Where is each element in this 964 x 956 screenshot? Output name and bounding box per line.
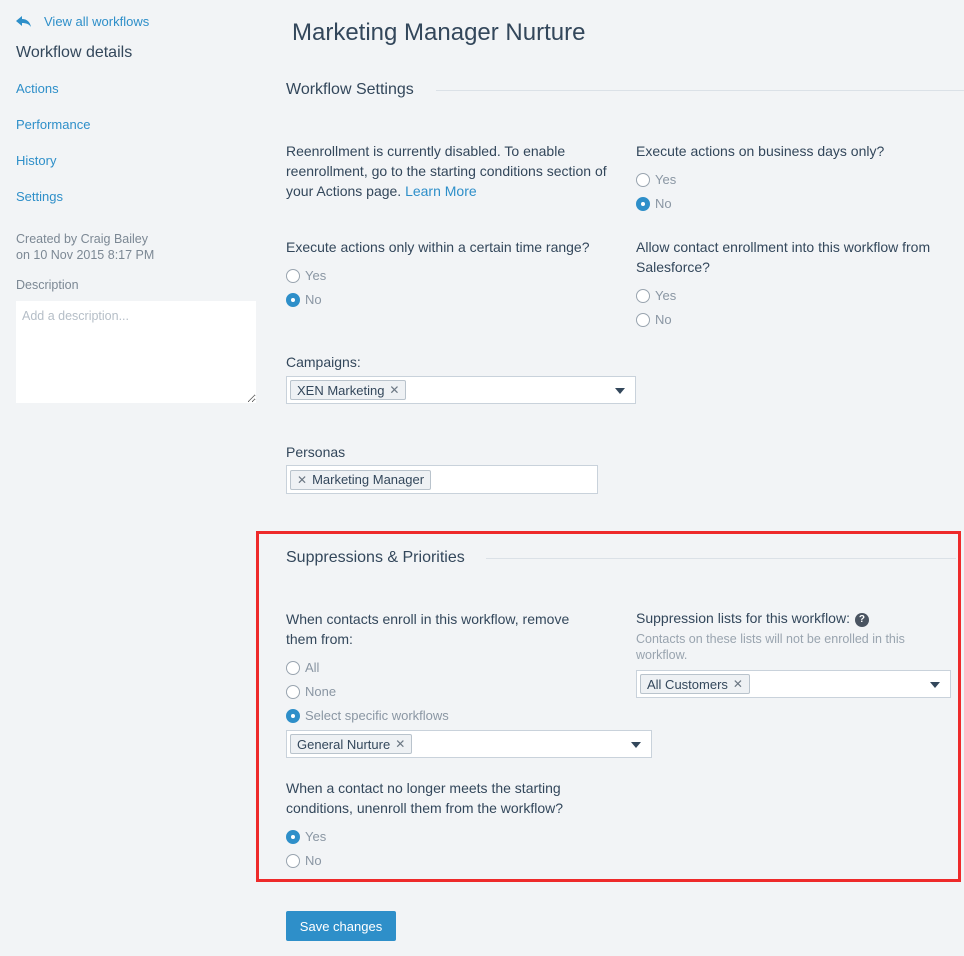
tag-label: Marketing Manager [312, 472, 425, 487]
radio-label: No [655, 312, 672, 327]
radio-selected-icon [286, 708, 300, 723]
radio-label: All [305, 660, 320, 675]
created-on-line: on 10 Nov 2015 8:17 PM [16, 248, 155, 262]
radio-label: No [305, 853, 322, 868]
radio-icon [636, 312, 650, 327]
salesforce-question: Allow contact enrollment into this workf… [636, 239, 931, 275]
list-tag: All Customers ✕ [640, 674, 750, 694]
created-by-info: Created by Craig Bailey on 10 Nov 2015 8… [16, 231, 154, 263]
section-divider [486, 558, 956, 559]
salesforce-yes-radio[interactable]: Yes [636, 288, 676, 303]
personas-select[interactable]: ✕ Marketing Manager [286, 465, 598, 494]
sidebar-item-history[interactable]: History [16, 153, 56, 168]
suppression-lists-help: Contacts on these lists will not be enro… [636, 632, 905, 662]
close-icon[interactable]: ✕ [389, 383, 399, 397]
tag-label: All Customers [647, 676, 728, 692]
sidebar-item-performance[interactable]: Performance [16, 117, 90, 132]
sidebar-item-actions[interactable]: Actions [16, 81, 59, 96]
workflow-settings-heading: Workflow Settings [286, 81, 414, 98]
suppressions-heading: Suppressions & Priorities [286, 549, 465, 566]
highlight-box [256, 531, 961, 882]
chevron-down-icon[interactable] [631, 742, 641, 748]
description-textarea[interactable] [16, 301, 256, 403]
business-days-no-radio[interactable]: No [636, 196, 672, 211]
chevron-down-icon[interactable] [615, 388, 625, 394]
created-by-line: Created by Craig Bailey [16, 232, 149, 246]
close-icon[interactable]: ✕ [733, 677, 743, 691]
back-arrow-icon [16, 15, 31, 27]
view-all-workflows-link[interactable]: View all workflows [16, 14, 149, 29]
business-days-yes-radio[interactable]: Yes [636, 172, 676, 187]
remove-from-question: When contacts enroll in this workflow, r… [286, 611, 570, 647]
radio-label: Yes [305, 829, 327, 844]
radio-icon [286, 660, 300, 675]
campaigns-select[interactable]: XEN Marketing ✕ [286, 376, 636, 404]
suppression-lists-select[interactable]: All Customers ✕ [636, 670, 951, 698]
salesforce-no-radio[interactable]: No [636, 312, 672, 327]
radio-label: Yes [305, 268, 327, 283]
radio-selected-icon [286, 292, 300, 307]
time-range-question: Execute actions only within a certain ti… [286, 239, 590, 255]
remove-none-radio[interactable]: None [286, 684, 336, 699]
unenroll-yes-radio[interactable]: Yes [286, 829, 326, 844]
description-label: Description [16, 278, 79, 292]
close-icon[interactable]: ✕ [297, 473, 307, 487]
close-icon[interactable]: ✕ [395, 737, 405, 751]
radio-icon [286, 853, 300, 868]
personas-label: Personas [286, 444, 346, 460]
time-range-no-radio[interactable]: No [286, 292, 322, 307]
radio-icon [286, 268, 300, 283]
radio-label: Yes [655, 288, 677, 303]
radio-label: No [655, 196, 672, 211]
business-days-question: Execute actions on business days only? [636, 143, 885, 159]
campaigns-label: Campaigns: [286, 354, 361, 370]
sidebar-title: Workflow details [16, 44, 133, 61]
view-all-workflows-label: View all workflows [44, 14, 150, 29]
section-divider [436, 90, 964, 91]
save-changes-button[interactable]: Save changes [286, 911, 396, 941]
radio-label: None [305, 684, 337, 699]
reenrollment-notice: Reenrollment is currently disabled. To e… [286, 141, 616, 201]
persona-tag: ✕ Marketing Manager [290, 469, 432, 490]
radio-icon [636, 288, 650, 303]
suppression-lists-text: Suppression lists for this workflow: [636, 610, 850, 626]
radio-selected-icon [286, 829, 300, 844]
chevron-down-icon[interactable] [930, 682, 940, 688]
radio-label: Select specific workflows [305, 708, 449, 723]
unenroll-no-radio[interactable]: No [286, 853, 322, 868]
sidebar-item-settings[interactable]: Settings [16, 189, 63, 204]
question-mark-icon[interactable]: ? [854, 613, 869, 627]
tag-label: XEN Marketing [297, 382, 385, 398]
remove-workflows-select[interactable]: General Nurture ✕ [286, 730, 652, 758]
radio-selected-icon [636, 196, 650, 211]
radio-label: Yes [655, 172, 677, 187]
remove-all-radio[interactable]: All [286, 660, 319, 675]
radio-icon [636, 172, 650, 187]
tag-label: General Nurture [297, 736, 391, 752]
workflow-tag: General Nurture ✕ [290, 734, 413, 754]
remove-specific-radio[interactable]: Select specific workflows [286, 708, 449, 723]
time-range-yes-radio[interactable]: Yes [286, 268, 326, 283]
suppression-lists-label: Suppression lists for this workflow:? [636, 608, 869, 628]
unenroll-question: When a contact no longer meets the start… [286, 780, 564, 816]
radio-label: No [305, 292, 322, 307]
learn-more-link[interactable]: Learn More [405, 183, 477, 199]
campaign-tag: XEN Marketing ✕ [290, 380, 407, 400]
page-title: Marketing Manager Nurture [292, 19, 586, 46]
radio-icon [286, 684, 300, 699]
